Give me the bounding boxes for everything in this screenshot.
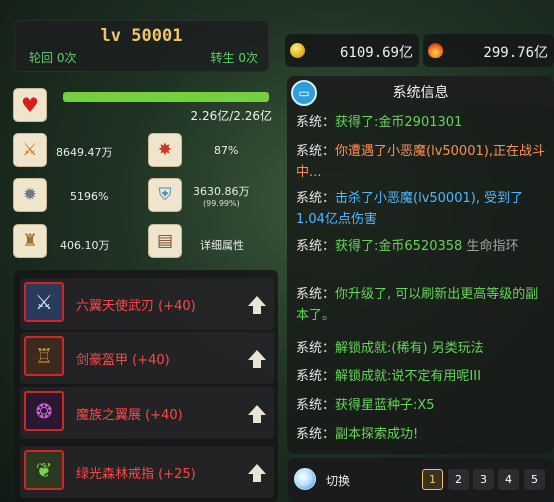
hp-panel: ♥ 2.26亿/2.26亿	[10, 84, 274, 126]
message-text: 解锁成就:(稀有) 另类玩法	[335, 341, 484, 356]
reincarnation-count: 转生 0次	[210, 51, 258, 65]
message-sender: 系统：	[296, 239, 336, 254]
equipment-row[interactable]: ♖ 剑豪盔甲 (+40)	[20, 332, 274, 384]
level-panel: lv 50001 轮回 0次 转生 0次	[14, 20, 269, 72]
bottom-bar: 切换 1 2 3 4 5	[288, 458, 554, 502]
upgrade-arrow-icon[interactable]	[248, 405, 266, 427]
system-message: 系统：解锁成就:说不定有用呢III	[296, 366, 548, 387]
equipment-row[interactable]: ❦ 绿光森林戒指 (+25)	[20, 446, 274, 498]
system-info-panel: ▭ 系统信息 系统：获得了:金币2901301 系统：你遭遇了小恶魔(lv5000…	[287, 76, 554, 454]
message-text: 副本探索成功!	[335, 427, 419, 442]
flame-icon	[428, 43, 443, 58]
hp-text: 2.26亿/2.26亿	[190, 109, 272, 123]
power-value: 299.76亿	[483, 45, 548, 61]
shield-icon: ⛨	[148, 178, 182, 212]
system-message: 系统：击杀了小恶魔(lv50001), 受到了1.04亿点伤害	[296, 188, 548, 230]
armor-icon: ♖	[24, 336, 64, 376]
gold-value: 6109.69亿	[339, 45, 413, 61]
system-message: 系统：获得了:金币6520358 生命指环	[296, 236, 548, 257]
equipment-name: 剑豪盔甲 (+40)	[76, 353, 170, 368]
message-text: 获得星蓝种子:X5	[335, 398, 435, 413]
page-button[interactable]: 3	[473, 469, 494, 490]
speed-value: 406.10万	[60, 239, 110, 252]
crit-value: 87%	[214, 144, 239, 157]
system-info-header: ▭ 系统信息	[287, 76, 554, 106]
equipment-name: 六翼天使武刃 (+40)	[76, 299, 196, 314]
gold-coin-icon	[290, 43, 305, 58]
crit-damage-icon: ✹	[13, 178, 47, 212]
player-level: lv 50001	[100, 26, 183, 46]
equipment-panel: ⚔ 六翼天使武刃 (+40) ♖ 剑豪盔甲 (+40) ❂ 魔族之翼展 (+40…	[14, 270, 278, 502]
details-button[interactable]: 详细属性	[200, 237, 244, 253]
crit-burst-icon: ✸	[148, 133, 182, 167]
message-text: 获得了:金币2901301	[335, 115, 463, 130]
wings-sword-icon: ⚔	[24, 282, 64, 322]
system-message: 系统：你升级了, 可以刷新出更高等级的副本了。	[296, 284, 548, 326]
book-icon[interactable]: ▤	[148, 224, 182, 258]
message-sender: 系统：	[296, 287, 336, 302]
attack-value: 8649.47万	[56, 146, 113, 159]
gold-counter: 6109.69亿	[285, 34, 419, 67]
page-button[interactable]: 5	[524, 469, 545, 490]
message-sender: 系统：	[296, 369, 336, 384]
message-sender: 系统：	[296, 427, 336, 442]
demon-wing-icon: ❂	[24, 391, 64, 431]
system-message: 系统：获得星蓝种子:X5	[296, 395, 548, 416]
message-text: 获得了:金币6520358	[335, 239, 467, 254]
system-message: 系统：你遭遇了小恶魔(lv50001),正在战斗中...	[296, 141, 548, 183]
ring-icon: ❦	[24, 450, 64, 490]
page-button[interactable]: 1	[422, 469, 443, 490]
message-sender: 系统：	[296, 341, 336, 356]
equipment-name: 魔族之翼展 (+40)	[76, 408, 183, 423]
message-sender: 系统：	[296, 191, 336, 206]
message-sender: 系统：	[296, 398, 336, 413]
heart-icon: ♥	[13, 88, 47, 122]
page-button[interactable]: 2	[448, 469, 469, 490]
hp-bar-fill	[63, 92, 269, 102]
message-sender: 系统：	[296, 115, 336, 130]
switch-button[interactable]: 切换	[326, 472, 350, 489]
sword-attack-icon: ⚔	[13, 133, 47, 167]
equipment-name: 绿光森林戒指 (+25)	[76, 467, 196, 482]
page-button[interactable]: 4	[498, 469, 519, 490]
crit-damage-value: 5196%	[70, 190, 109, 203]
upgrade-arrow-icon[interactable]	[248, 464, 266, 486]
message-text: 生命指环	[466, 239, 519, 254]
upgrade-arrow-icon[interactable]	[248, 350, 266, 372]
message-text: 解锁成就:说不定有用呢III	[335, 369, 481, 384]
system-message: 系统：副本探索成功!	[296, 424, 548, 445]
rebirth-count: 轮回 0次	[29, 51, 77, 65]
system-message: 系统：解锁成就:(稀有) 另类玩法	[296, 338, 548, 359]
hp-bar	[63, 92, 269, 102]
boots-speed-icon: ♜	[13, 224, 47, 258]
upgrade-arrow-icon[interactable]	[248, 296, 266, 318]
equipment-row[interactable]: ❂ 魔族之翼展 (+40)	[20, 387, 274, 439]
system-info-title: 系统信息	[392, 85, 449, 101]
power-counter: 299.76亿	[423, 34, 554, 67]
defense-value: 3630.86万	[193, 185, 250, 198]
defense-percent: (99.99%)	[203, 199, 240, 208]
system-message: 系统：获得了:金币2901301	[296, 112, 548, 133]
message-sender: 系统：	[296, 144, 336, 159]
crystal-ball-icon[interactable]	[294, 468, 316, 490]
equipment-row[interactable]: ⚔ 六翼天使武刃 (+40)	[20, 278, 274, 330]
